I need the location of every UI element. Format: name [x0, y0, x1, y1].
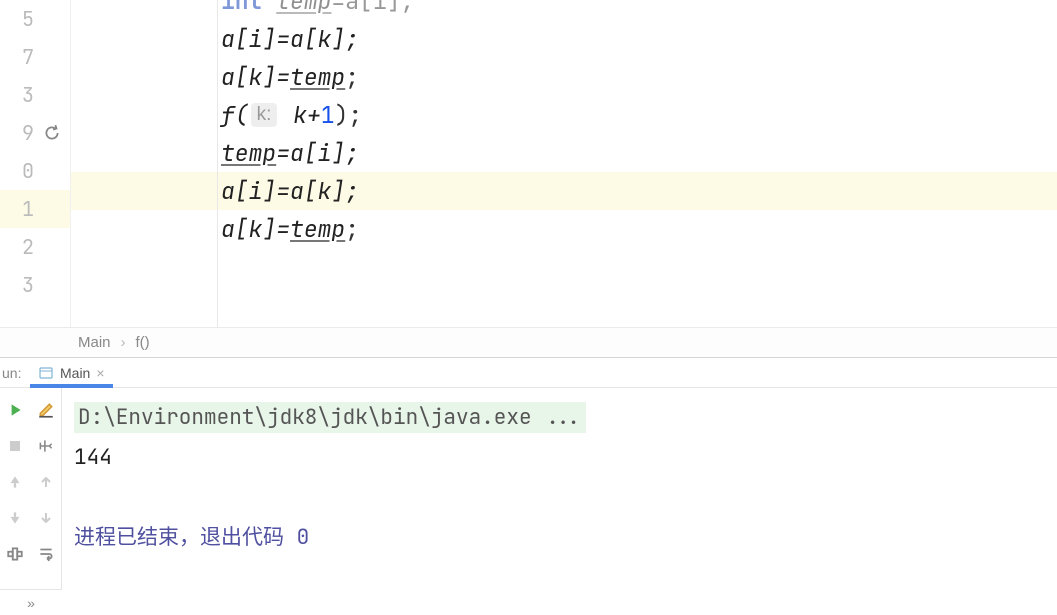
gutter-line[interactable]: 5: [0, 0, 70, 38]
run-tab-label: Main: [60, 365, 90, 381]
run-header: un: Main ×: [0, 358, 1057, 388]
code-line[interactable]: a[k]=temp;: [71, 210, 1057, 248]
breadcrumbs: Main › f(): [0, 327, 1057, 357]
gutter-line[interactable]: 3: [0, 76, 70, 114]
breadcrumb-item[interactable]: Main: [78, 334, 111, 351]
layout-icon[interactable]: [34, 434, 58, 458]
run-toolbar: [0, 388, 62, 589]
code-line-current[interactable]: a[i]=a[k];: [71, 172, 1057, 210]
code-area[interactable]: int temp=a[i]; a[i]=a[k]; a[k]=temp; f(k…: [71, 0, 1057, 327]
stop-icon[interactable]: [3, 434, 27, 458]
gutter-line[interactable]: 3: [0, 266, 70, 304]
code-line[interactable]: f(k: k+1);: [71, 96, 1057, 134]
scroll-down-icon[interactable]: [3, 506, 27, 530]
parameter-hint: k:: [251, 103, 278, 127]
gutter-line[interactable]: 7: [0, 38, 70, 76]
breadcrumb-item[interactable]: f(): [136, 334, 150, 351]
expand-icon[interactable]: »: [0, 589, 62, 615]
gutter: 5 7 3 9 0 1 2 3: [0, 0, 71, 327]
gutter-line[interactable]: 2: [0, 228, 70, 266]
edit-icon[interactable]: [34, 398, 58, 422]
run-body: D:\Environment\jdk8\jdk\bin\java.exe ...…: [0, 388, 1057, 589]
code-line[interactable]: a[i]=a[k];: [71, 20, 1057, 58]
run-label: un:: [0, 365, 30, 381]
gutter-line[interactable]: 9: [0, 114, 70, 152]
run-config-icon: [38, 365, 54, 381]
console-exit-message: 进程已结束，退出代码 0: [74, 518, 1045, 558]
close-icon[interactable]: ×: [96, 365, 104, 381]
soft-wrap-icon[interactable]: [34, 542, 58, 566]
gutter-line-current[interactable]: 1: [0, 190, 70, 228]
gutter-line[interactable]: 0: [0, 152, 70, 190]
run-panel: un: Main ×: [0, 357, 1057, 615]
scroll-up-icon[interactable]: [3, 470, 27, 494]
code-line[interactable]: [71, 248, 1057, 286]
console-output[interactable]: D:\Environment\jdk8\jdk\bin\java.exe ...…: [62, 388, 1057, 589]
console-command: D:\Environment\jdk8\jdk\bin\java.exe ...: [74, 402, 586, 433]
rerun-icon[interactable]: [3, 398, 27, 422]
code-line[interactable]: a[k]=temp;: [71, 58, 1057, 96]
exit-icon[interactable]: [3, 542, 27, 566]
arrow-up-icon[interactable]: [34, 470, 58, 494]
arrow-down-icon[interactable]: [34, 506, 58, 530]
run-tab[interactable]: Main ×: [30, 358, 113, 387]
editor-area: 5 7 3 9 0 1 2 3 int temp=a[i]; a[i]=a[k]…: [0, 0, 1057, 327]
indent-guide: [217, 0, 218, 327]
code-line[interactable]: int temp=a[i];: [71, 0, 1057, 20]
console-stdout: 144: [74, 438, 1045, 478]
code-line[interactable]: temp=a[i];: [71, 134, 1057, 172]
recursive-call-icon[interactable]: [42, 123, 62, 143]
chevron-right-icon: ›: [121, 334, 126, 351]
